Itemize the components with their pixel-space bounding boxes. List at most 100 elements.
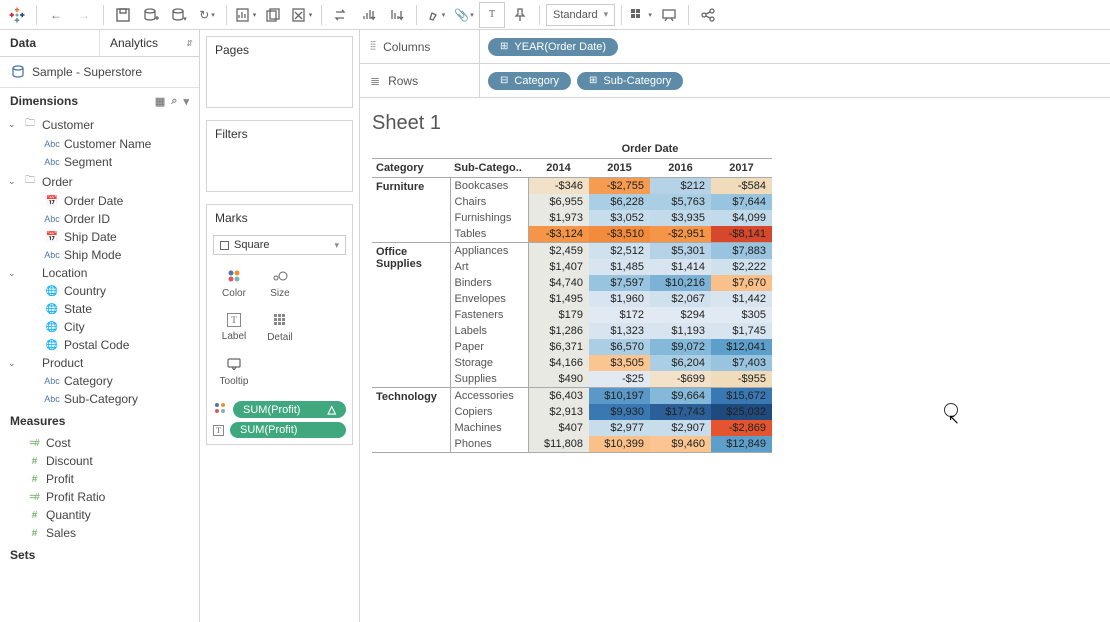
field-category[interactable]: AbcCategory — [0, 372, 199, 390]
globe-icon: 🌐 — [44, 286, 60, 297]
field-country[interactable]: 🌐Country — [0, 282, 199, 300]
field-segment[interactable]: AbcSegment — [0, 153, 199, 171]
show-me-icon[interactable]: ▾ — [628, 2, 654, 28]
fit-dropdown[interactable]: Standard▾ — [546, 4, 615, 26]
text-icon: Abc — [44, 139, 60, 149]
number-icon: =# — [26, 492, 42, 503]
field-ship-date[interactable]: 📅Ship Date — [0, 228, 199, 246]
sets-header: Sets — [0, 542, 199, 568]
rows-icon: ≣ — [370, 74, 380, 88]
field-sales[interactable]: #Sales — [0, 524, 199, 542]
worksheet-area: ⦙⦙⦙Columns ⊞YEAR(Order Date) ≣Rows ⊟Cate… — [360, 30, 1110, 622]
data-sidebar: Data Analytics⇵ Sample - Superstore Dime… — [0, 30, 200, 622]
mark-type-dropdown[interactable]: Square▾ — [213, 235, 346, 255]
folder-order[interactable]: ⌄🗀Order — [0, 171, 199, 192]
search-icon[interactable]: ⌕ — [171, 95, 177, 108]
menu-icon[interactable]: ▾ — [183, 95, 189, 108]
field-profit-ratio[interactable]: =#Profit Ratio — [0, 488, 199, 506]
text-icon: Abc — [44, 376, 60, 386]
save-icon[interactable] — [110, 2, 136, 28]
pin-icon[interactable] — [507, 2, 533, 28]
pages-card[interactable]: Pages — [206, 36, 353, 108]
color-icon — [227, 268, 241, 284]
tab-data[interactable]: Data — [0, 30, 100, 56]
text-icon: Abc — [44, 157, 60, 167]
share-icon[interactable] — [695, 2, 721, 28]
collapse-icon: ⊟ — [500, 75, 508, 86]
clear-icon[interactable]: ▾ — [289, 2, 315, 28]
date-icon: 📅 — [44, 232, 60, 243]
presentation-icon[interactable] — [656, 2, 682, 28]
new-datasource-icon[interactable] — [138, 2, 164, 28]
refresh-icon[interactable]: ↻▾ — [194, 2, 220, 28]
field-quantity[interactable]: #Quantity — [0, 506, 199, 524]
field-order-date[interactable]: 📅Order Date — [0, 192, 199, 210]
field-ship-mode[interactable]: AbcShip Mode — [0, 246, 199, 264]
field-postal-code[interactable]: 🌐Postal Code — [0, 336, 199, 354]
duplicate-icon[interactable] — [261, 2, 287, 28]
marks-card: Marks Square▾ Color Size TLabel Detail T… — [206, 204, 353, 445]
filters-card[interactable]: Filters — [206, 120, 353, 192]
labels-icon[interactable]: T — [479, 2, 505, 28]
marks-detail[interactable]: Detail — [257, 305, 303, 349]
sort-desc-icon[interactable] — [384, 2, 410, 28]
folder-product[interactable]: ⌄Product — [0, 354, 199, 372]
table-row: Office SuppliesAppliances$2,459$2,512$5,… — [372, 243, 772, 260]
datasource-item[interactable]: Sample - Superstore — [0, 57, 199, 88]
swap-icon[interactable] — [328, 2, 354, 28]
size-icon — [272, 268, 288, 284]
pill-sub-category[interactable]: ⊞Sub-Category — [577, 72, 683, 90]
datasource-label: Sample - Superstore — [32, 65, 142, 79]
label-icon: T — [227, 313, 241, 327]
table-row: FurnitureBookcases-$346-$2,755$212-$584 — [372, 178, 772, 195]
group-icon[interactable]: 📎▾ — [451, 2, 477, 28]
folder-location[interactable]: ⌄Location — [0, 264, 199, 282]
field-order-id[interactable]: AbcOrder ID — [0, 210, 199, 228]
tooltip-icon — [227, 356, 241, 372]
marks-pill-color[interactable]: SUM(Profit)△ — [213, 401, 346, 418]
tableau-logo-icon[interactable] — [4, 2, 30, 28]
crosstab-table: CategorySub-Catego..2014201520162017 Fur… — [372, 158, 772, 453]
highlight-icon[interactable]: ▾ — [423, 2, 449, 28]
marks-color[interactable]: Color — [211, 261, 257, 305]
folder-customer[interactable]: ⌄🗀Customer — [0, 114, 199, 135]
text-icon: Abc — [44, 394, 60, 404]
field-profit[interactable]: #Profit — [0, 470, 199, 488]
new-worksheet-icon[interactable]: ▾ — [233, 2, 259, 28]
field-discount[interactable]: #Discount — [0, 452, 199, 470]
view-icon[interactable]: ▦ — [155, 95, 165, 108]
number-icon: # — [26, 510, 42, 521]
label-icon: T — [213, 425, 224, 436]
pill-year-order-date[interactable]: ⊞YEAR(Order Date) — [488, 38, 618, 56]
field-state[interactable]: 🌐State — [0, 300, 199, 318]
warning-icon: △ — [328, 403, 336, 416]
crosstab: Order Date CategorySub-Catego..201420152… — [360, 143, 1110, 465]
measures-tree: =#Cost #Discount #Profit =#Profit Ratio … — [0, 434, 199, 542]
globe-icon: 🌐 — [44, 304, 60, 315]
marks-pill-label[interactable]: TSUM(Profit) — [213, 422, 346, 438]
datasource-icon — [10, 65, 26, 79]
text-icon: Abc — [44, 214, 60, 224]
field-city[interactable]: 🌐City — [0, 318, 199, 336]
back-icon[interactable]: ← — [43, 2, 69, 28]
square-icon — [220, 241, 229, 250]
sheet-title[interactable]: Sheet 1 — [360, 98, 1110, 143]
forward-icon[interactable]: → — [71, 2, 97, 28]
number-icon: # — [26, 456, 42, 467]
field-customer-name[interactable]: AbcCustomer Name — [0, 135, 199, 153]
field-sub-category[interactable]: AbcSub-Category — [0, 390, 199, 408]
tab-analytics[interactable]: Analytics⇵ — [100, 30, 199, 56]
crosstab-top-header: Order Date — [528, 143, 772, 158]
marks-size[interactable]: Size — [257, 261, 303, 305]
sort-asc-icon[interactable] — [356, 2, 382, 28]
marks-label[interactable]: TLabel — [211, 305, 257, 349]
field-cost[interactable]: =#Cost — [0, 434, 199, 452]
pill-category[interactable]: ⊟Category — [488, 72, 571, 90]
auto-update-icon[interactable]: ▾ — [166, 2, 192, 28]
rows-shelf[interactable]: ≣Rows ⊟Category ⊞Sub-Category — [360, 64, 1110, 98]
main-toolbar: ← → ▾ ↻▾ ▾ ▾ ▾ 📎▾ T Standard▾ ▾ — [0, 0, 1110, 30]
date-icon: 📅 — [44, 196, 60, 207]
number-icon: =# — [26, 438, 42, 449]
marks-tooltip[interactable]: Tooltip — [211, 349, 257, 393]
columns-shelf[interactable]: ⦙⦙⦙Columns ⊞YEAR(Order Date) — [360, 30, 1110, 64]
